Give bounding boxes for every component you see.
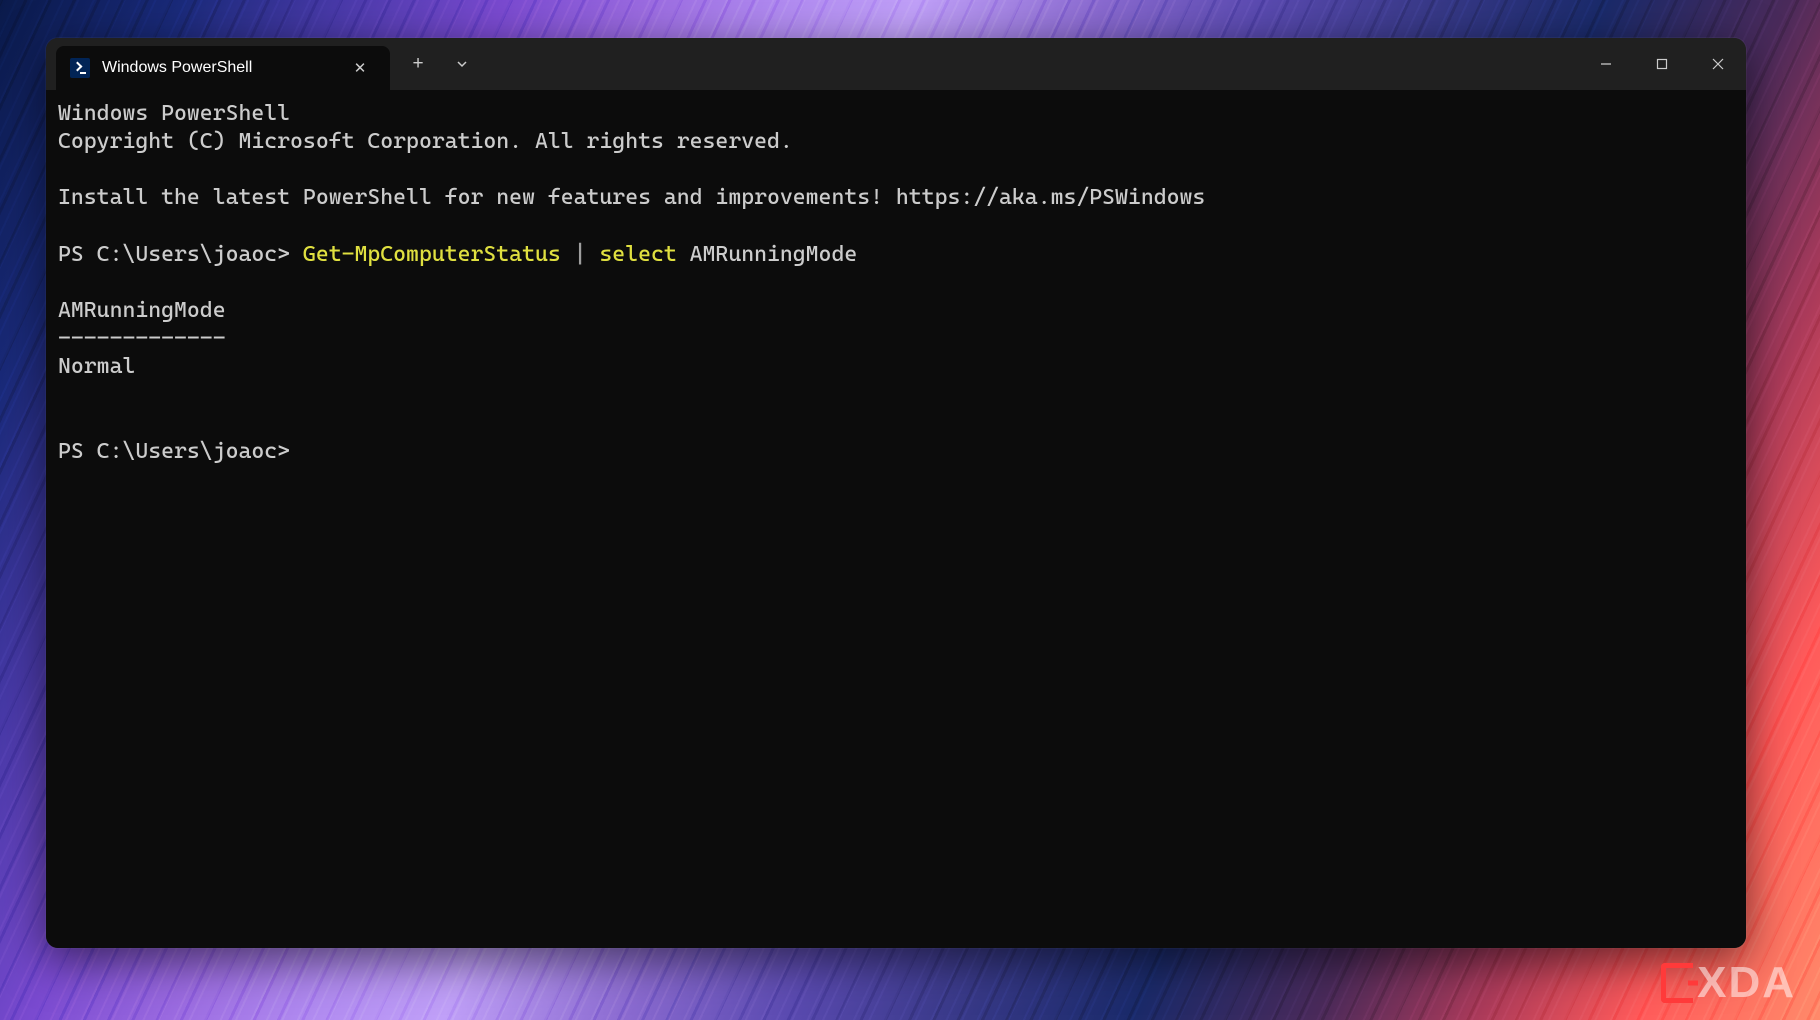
output-divider: ------------- <box>58 326 226 351</box>
tab-powershell[interactable]: Windows PowerShell ✕ <box>56 46 390 90</box>
titlebar[interactable]: Windows PowerShell ✕ + <box>46 38 1746 90</box>
output-line: Copyright (C) Microsoft Corporation. All… <box>58 129 793 154</box>
output-line: Install the latest PowerShell for new fe… <box>58 185 1205 210</box>
tab-title: Windows PowerShell <box>102 59 334 77</box>
new-tab-button[interactable]: + <box>396 44 440 84</box>
chevron-down-icon <box>456 58 468 70</box>
cmdlet: Get-MpComputerStatus <box>303 242 561 267</box>
terminal-output[interactable]: Windows PowerShell Copyright (C) Microso… <box>46 90 1746 948</box>
xda-bracket-icon <box>1661 963 1693 1003</box>
tab-dropdown-button[interactable] <box>440 44 484 84</box>
cmd-argument: AMRunningMode <box>677 242 857 267</box>
minimize-button[interactable] <box>1578 44 1634 84</box>
watermark-text: XDA <box>1697 958 1796 1008</box>
window-controls <box>1578 44 1746 84</box>
close-button[interactable] <box>1690 44 1746 84</box>
maximize-button[interactable] <box>1634 44 1690 84</box>
xda-watermark: XDA <box>1661 958 1796 1008</box>
output-value: Normal <box>58 354 135 379</box>
prompt: PS C:\Users\joaoc> <box>58 439 290 464</box>
powershell-icon <box>70 58 90 78</box>
output-header: AMRunningMode <box>58 298 226 323</box>
pipe-operator: | <box>561 242 600 267</box>
minimize-icon <box>1600 58 1612 70</box>
terminal-window: Windows PowerShell ✕ + Windows PowerShel… <box>46 38 1746 948</box>
tab-close-button[interactable]: ✕ <box>346 54 374 82</box>
output-line: Windows PowerShell <box>58 101 290 126</box>
cmdlet: select <box>599 242 676 267</box>
prompt: PS C:\Users\joaoc> <box>58 242 303 267</box>
maximize-icon <box>1656 58 1668 70</box>
close-icon <box>1712 58 1724 70</box>
